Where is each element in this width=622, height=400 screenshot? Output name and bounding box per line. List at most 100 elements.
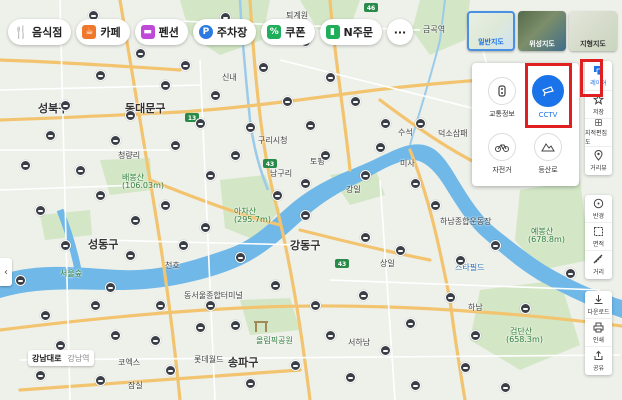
cctv-marker[interactable]	[300, 178, 311, 189]
cctv-marker[interactable]	[90, 300, 101, 311]
category-order[interactable]: ▮ N주문	[319, 19, 382, 45]
category-pension[interactable]: ▬ 펜션	[134, 19, 188, 45]
cctv-marker[interactable]	[375, 142, 386, 153]
cctv-marker[interactable]	[310, 300, 321, 311]
cctv-marker[interactable]	[290, 360, 301, 371]
cctv-marker[interactable]	[325, 72, 336, 83]
cctv-marker[interactable]	[95, 375, 106, 386]
cctv-marker[interactable]	[270, 280, 281, 291]
cctv-marker[interactable]	[380, 345, 391, 356]
cctv-marker[interactable]	[160, 80, 171, 91]
cctv-marker[interactable]	[245, 378, 256, 389]
layer-traffic[interactable]: 교통정보	[480, 77, 524, 119]
place-label: 코엑스	[118, 358, 141, 367]
cctv-marker[interactable]	[195, 322, 206, 333]
share-icon	[594, 350, 603, 360]
cctv-marker[interactable]	[200, 222, 211, 233]
cctv-marker[interactable]	[350, 96, 361, 107]
category-coupon[interactable]: % 쿠폰	[261, 19, 315, 45]
cctv-marker[interactable]	[125, 110, 136, 121]
cctv-marker[interactable]	[205, 170, 216, 181]
radius-button[interactable]: 반경	[585, 195, 612, 223]
cctv-marker[interactable]	[455, 255, 466, 266]
cctv-marker[interactable]	[405, 318, 416, 329]
cctv-marker[interactable]	[45, 130, 56, 141]
svg-text:43: 43	[338, 261, 346, 268]
cctv-marker[interactable]	[360, 232, 371, 243]
distance-button[interactable]: 거리	[585, 251, 612, 279]
cctv-marker[interactable]	[170, 140, 181, 151]
cctv-marker[interactable]	[460, 362, 471, 373]
fork-knife-icon: 🍴	[13, 25, 29, 39]
area-button[interactable]: 면적	[585, 223, 612, 251]
layer-hiking[interactable]: 등산로	[526, 133, 570, 175]
cctv-marker[interactable]	[258, 62, 269, 73]
cctv-marker[interactable]	[110, 135, 121, 146]
cctv-marker[interactable]	[415, 118, 426, 129]
cctv-marker[interactable]	[395, 245, 406, 256]
cctv-marker[interactable]	[130, 215, 141, 226]
map-type-terrain[interactable]: 지형지도	[569, 11, 617, 51]
cctv-marker[interactable]	[230, 320, 241, 331]
share-button[interactable]: 공유	[585, 347, 612, 375]
cctv-marker[interactable]	[95, 190, 106, 201]
layer-bicycle[interactable]: 자전거	[480, 133, 524, 175]
cctv-marker[interactable]	[230, 150, 241, 161]
cctv-marker[interactable]	[410, 380, 421, 391]
cctv-marker[interactable]	[470, 330, 481, 341]
cctv-marker[interactable]	[358, 290, 369, 301]
cctv-marker[interactable]	[60, 100, 71, 111]
cctv-marker[interactable]	[300, 210, 311, 221]
cctv-marker[interactable]	[282, 96, 293, 107]
more-categories-button[interactable]: ···	[386, 19, 413, 45]
cctv-marker[interactable]	[380, 118, 391, 129]
cctv-marker[interactable]	[245, 122, 256, 133]
cctv-marker[interactable]	[165, 365, 176, 376]
category-restaurant[interactable]: 🍴 음식점	[8, 19, 72, 45]
road-search-bar[interactable]: 강남대로 강남역	[28, 350, 94, 366]
cctv-marker[interactable]	[410, 178, 421, 189]
street-view-button[interactable]: 거리뷰	[585, 147, 612, 175]
cctv-marker[interactable]	[180, 60, 191, 71]
cctv-marker[interactable]	[125, 250, 136, 261]
cctv-marker[interactable]	[360, 170, 371, 181]
cctv-marker[interactable]	[160, 200, 171, 211]
cctv-marker[interactable]	[490, 240, 501, 251]
cctv-marker[interactable]	[272, 190, 283, 201]
cctv-marker[interactable]	[110, 330, 121, 341]
expand-panel-button[interactable]: ‹	[0, 258, 12, 286]
download-button[interactable]: 다운로드	[585, 291, 612, 319]
cctv-marker[interactable]	[210, 90, 221, 101]
cctv-marker[interactable]	[35, 205, 46, 216]
map-type-satellite[interactable]: 위성지도	[518, 11, 566, 51]
cctv-marker[interactable]	[60, 240, 71, 251]
cctv-marker[interactable]	[35, 370, 46, 381]
cctv-marker[interactable]	[500, 382, 511, 393]
cctv-marker[interactable]	[195, 118, 206, 129]
cctv-marker[interactable]	[15, 275, 26, 286]
cctv-marker[interactable]	[520, 303, 531, 314]
cctv-marker[interactable]	[135, 48, 146, 59]
cctv-marker[interactable]	[325, 330, 336, 341]
cctv-marker[interactable]	[205, 300, 216, 311]
cctv-marker[interactable]	[20, 160, 31, 171]
cadastral-button[interactable]: 지적편집도	[585, 119, 612, 147]
cctv-marker[interactable]	[445, 292, 456, 303]
cctv-marker[interactable]	[345, 372, 356, 383]
cctv-marker[interactable]	[565, 268, 576, 279]
cctv-marker[interactable]	[320, 150, 331, 161]
cctv-marker[interactable]	[235, 252, 246, 263]
cctv-marker[interactable]	[40, 310, 51, 321]
category-parking[interactable]: P 주차장	[192, 19, 257, 45]
cctv-marker[interactable]	[155, 300, 166, 311]
cctv-marker[interactable]	[178, 240, 189, 251]
map-type-normal[interactable]: 일반지도	[467, 11, 515, 51]
cctv-marker[interactable]	[305, 120, 316, 131]
print-button[interactable]: 인쇄	[585, 319, 612, 347]
cctv-marker[interactable]	[95, 70, 106, 81]
cctv-marker[interactable]	[105, 282, 116, 293]
category-cafe[interactable]: ☕ 카페	[76, 19, 130, 45]
cctv-marker[interactable]	[75, 165, 86, 176]
cctv-marker[interactable]	[430, 200, 441, 211]
cctv-marker[interactable]	[150, 335, 161, 346]
